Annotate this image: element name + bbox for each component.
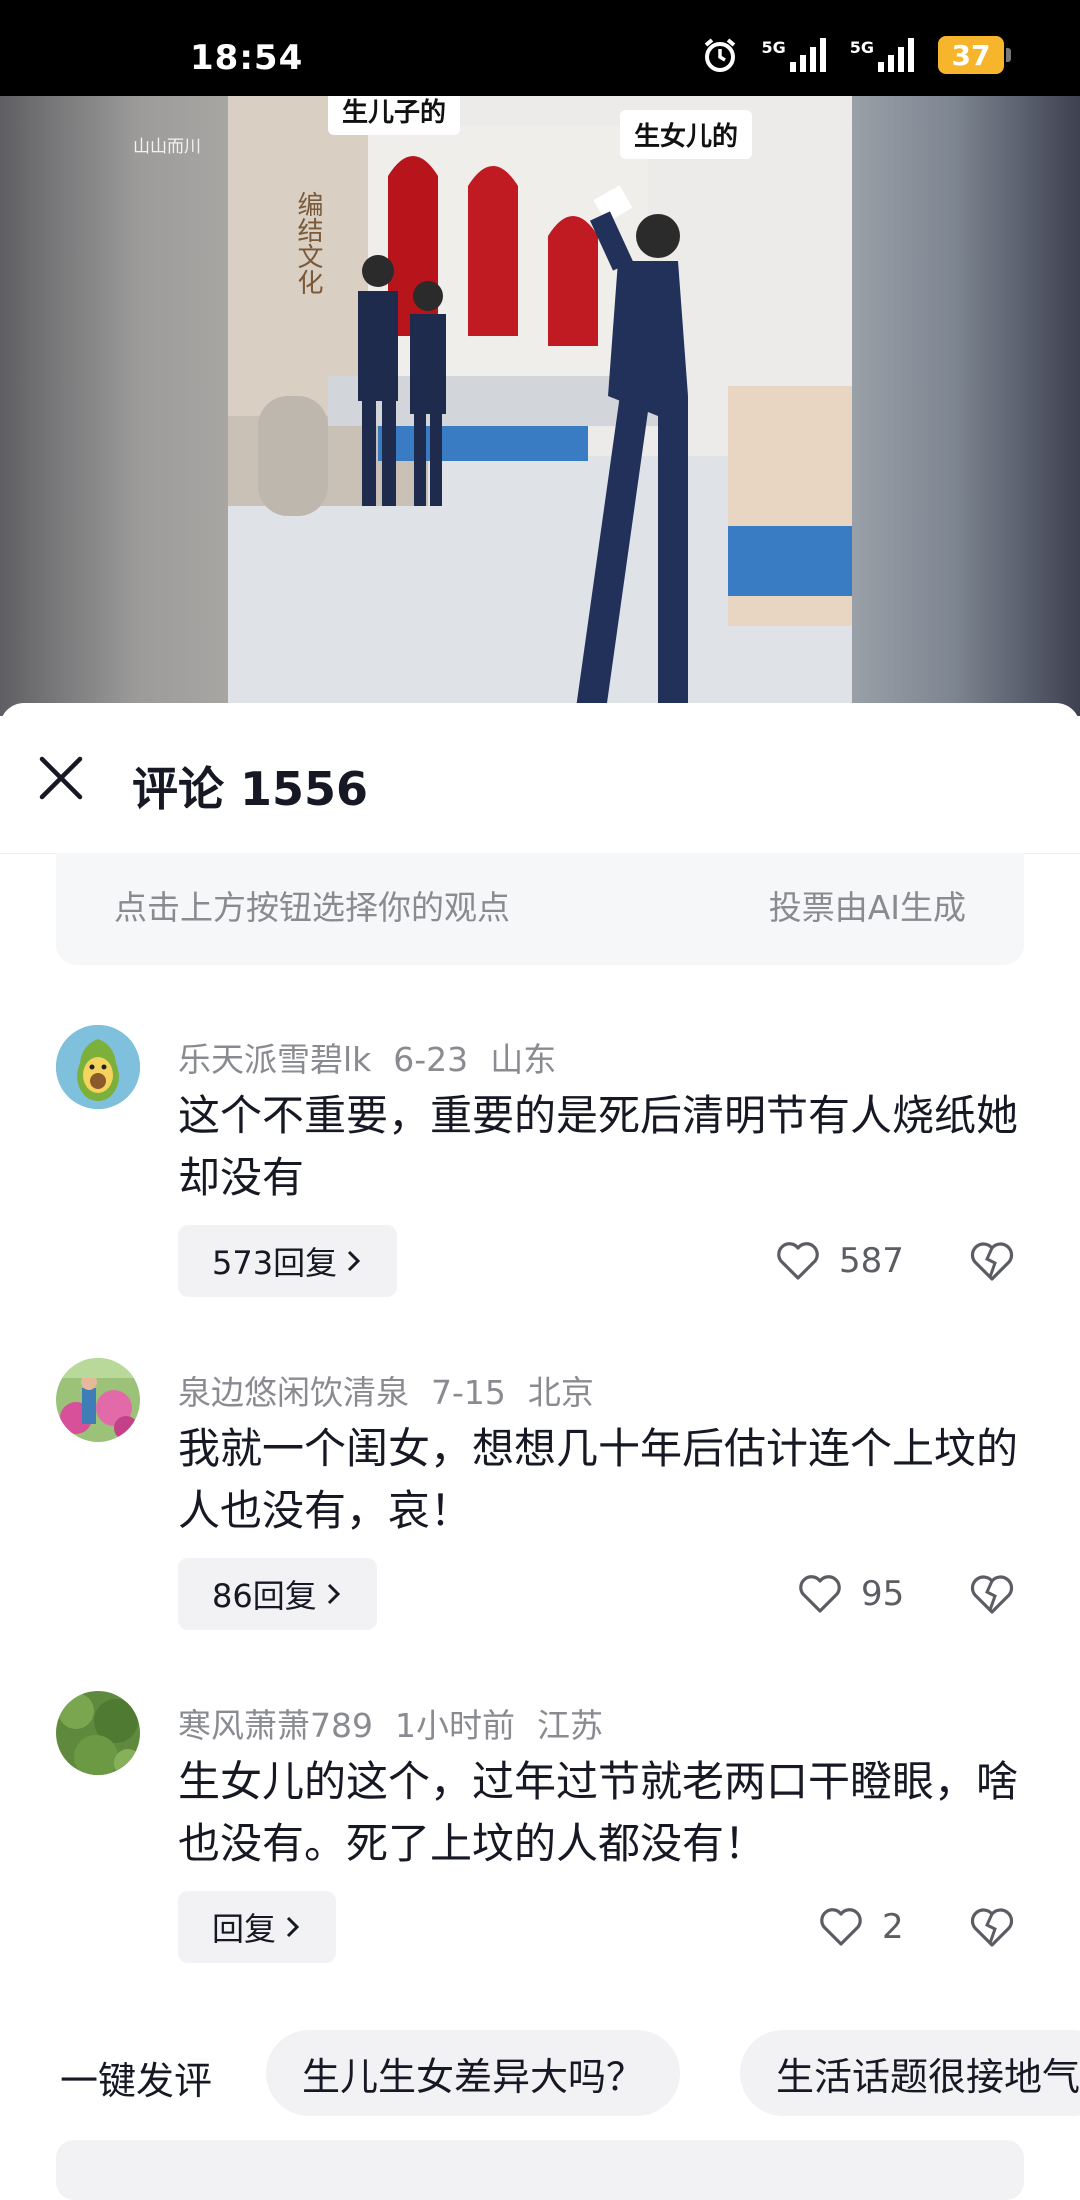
status-time: 18:54 [190, 38, 304, 78]
comment-panel: 评论 1556 点击上方按钮选择你的观点 投票由AI生成 乐天派雪碧lk 6-23… [0, 703, 1080, 2171]
vote-box[interactable]: 点击上方按钮选择你的观点 投票由AI生成 [56, 853, 1024, 965]
status-bar: 18:54 5G 5G 37 [0, 0, 1080, 96]
reply-button[interactable]: 回复 [178, 1891, 337, 1963]
comment-location: 北京 [527, 1373, 594, 1412]
comment-meta: 泉边悠闲饮清泉 7-15 北京 [178, 1366, 616, 1414]
quick-comment-chip[interactable]: 生活话题很接地气 [740, 2030, 1080, 2116]
network-label: 5G [761, 38, 786, 57]
close-icon [39, 756, 83, 800]
signal-icon: 5G [850, 38, 916, 72]
battery-icon: 37 [938, 36, 1011, 74]
reply-button[interactable]: 573回复 [178, 1225, 398, 1297]
chevron-right-icon [286, 1916, 300, 1938]
like-button[interactable]: 95 [797, 1564, 904, 1624]
reply-label: 86回复 [212, 1577, 317, 1615]
network-label: 5G [849, 38, 874, 57]
comment-location: 山东 [490, 1040, 557, 1079]
vote-hint: 点击上方按钮选择你的观点 [114, 888, 510, 927]
comment-username[interactable]: 寒风萧萧789 [178, 1706, 373, 1745]
comment-username[interactable]: 乐天派雪碧lk [178, 1040, 371, 1079]
comment-item: 泉边悠闲饮清泉 7-15 北京 我就一个闺女，想想几十年后估计连个上坟的人也没有，哀… [0, 1358, 1080, 1658]
quick-comment-bar: 一键发评 生儿生女差异大吗？ 生活话题很接地气 [0, 2030, 1080, 2120]
heart-icon [799, 1575, 841, 1613]
video-player[interactable]: 编结文化 生儿子的 生女儿的 山山而川 [0, 96, 1080, 716]
avatar[interactable] [56, 1358, 140, 1442]
alarm-icon [701, 36, 739, 74]
close-button[interactable] [36, 753, 86, 803]
reply-label: 回复 [212, 1910, 277, 1948]
comment-item: 乐天派雪碧lk 6-23 山东 这个不重要，重要的是死后清明节有人烧纸她却没有 57… [0, 1025, 1080, 1325]
video-blur-right [852, 96, 1080, 716]
comment-date: 6-23 [393, 1040, 469, 1079]
like-count: 95 [861, 1574, 905, 1614]
comment-location: 江苏 [537, 1706, 603, 1745]
video-caption-top: 生儿子的 [328, 96, 461, 135]
panel-header: 评论 1556 [0, 703, 1080, 854]
like-button[interactable]: 2 [818, 1897, 904, 1957]
chevron-right-icon [327, 1583, 340, 1605]
broken-heart-icon[interactable] [968, 1237, 1016, 1285]
like-count: 587 [839, 1241, 904, 1281]
like-button[interactable]: 587 [775, 1231, 904, 1291]
chevron-right-icon [348, 1250, 361, 1272]
reply-button[interactable]: 86回复 [178, 1558, 377, 1630]
comment-item: 寒风萧萧789 1小时前 江苏 生女儿的这个，过年过节就老两口干瞪眼，啥也没有。死了… [0, 1691, 1080, 1991]
heart-icon [820, 1908, 862, 1946]
comment-meta: 寒风萧萧789 1小时前 江苏 [178, 1699, 625, 1747]
video-caption-right: 生女儿的 [620, 110, 753, 159]
broken-heart-icon[interactable] [968, 1903, 1016, 1951]
video-scene [228, 96, 852, 716]
comment-date: 1小时前 [395, 1706, 515, 1745]
broken-heart-icon[interactable] [968, 1570, 1016, 1618]
comment-username[interactable]: 泉边悠闲饮清泉 [178, 1373, 409, 1412]
quick-comment-label: 一键发评 [60, 2059, 213, 2103]
page-title: 评论 1556 [132, 762, 369, 816]
reply-label: 573回复 [212, 1244, 338, 1282]
like-count: 2 [882, 1907, 904, 1947]
comment-input-bar[interactable] [56, 2140, 1024, 2200]
comment-date: 7-15 [431, 1373, 506, 1412]
comment-meta: 乐天派雪碧lk 6-23 山东 [178, 1033, 578, 1081]
avatar[interactable] [56, 1691, 140, 1775]
comment-text: 我就一个闺女，想想几十年后估计连个上坟的人也没有，哀！ [178, 1424, 1019, 1535]
comment-text: 生女儿的这个，过年过节就老两口干瞪眼，啥也没有。死了上坟的人都没有！ [178, 1757, 1019, 1868]
video-frame: 编结文化 生儿子的 生女儿的 [228, 96, 852, 716]
quick-comment-chip[interactable]: 生儿生女差异大吗？ [266, 2030, 681, 2116]
video-wall-text: 编结文化 [293, 191, 323, 295]
comment-text: 这个不重要，重要的是死后清明节有人烧纸她却没有 [178, 1091, 1019, 1202]
signal-icon: 5G [761, 38, 827, 72]
vote-ai-note: 投票由AI生成 [768, 888, 966, 927]
heart-icon [777, 1242, 819, 1280]
video-watermark: 山山而川 [133, 137, 201, 157]
video-blur-left [0, 96, 228, 716]
avatar[interactable] [56, 1025, 140, 1109]
status-icons: 5G 5G 37 [701, 36, 1011, 74]
